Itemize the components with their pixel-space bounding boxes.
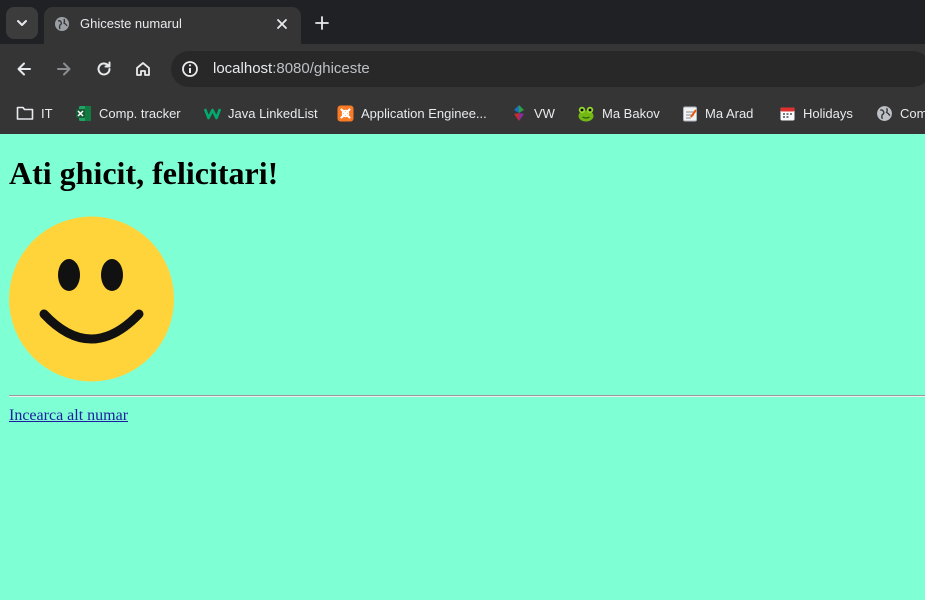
tab-search-button[interactable] (6, 7, 38, 39)
browser-chrome: Ghiceste numarul localhost:8080/ghiceste (0, 0, 925, 134)
tab-title: Ghiceste numarul (80, 16, 182, 31)
notepad-icon (683, 106, 697, 121)
page-content: Ati ghicit, felicitari! Incearca alt num… (0, 134, 925, 600)
url-text: localhost:8080/ghiceste (213, 60, 370, 77)
horizontal-rule (9, 395, 925, 397)
chevron-down-icon (17, 20, 27, 26)
forward-button[interactable] (52, 57, 76, 81)
bookmark-application-engineer[interactable]: Application Enginee... (337, 102, 487, 124)
browser-toolbar: localhost:8080/ghiceste (0, 44, 925, 94)
bookmark-label: Holidays (803, 105, 853, 121)
bookmark-holidays[interactable]: Holidays (779, 102, 853, 124)
bookmark-label: Com (900, 105, 925, 121)
bookmark-label: VW (534, 105, 555, 121)
tab-strip: Ghiceste numarul (0, 0, 925, 44)
bookmark-comp-tracker[interactable]: Comp. tracker (75, 102, 181, 124)
close-tab-button[interactable] (273, 15, 291, 33)
close-icon (277, 19, 287, 29)
folder-icon (16, 106, 34, 120)
globe-icon (877, 105, 892, 121)
smiley-face-icon (9, 216, 174, 382)
bookmark-it[interactable]: IT (16, 102, 53, 124)
home-icon (136, 62, 150, 76)
smiley-left-eye (58, 259, 80, 291)
diamond-logo-icon (514, 105, 524, 121)
back-button[interactable] (12, 57, 36, 81)
bookmark-label: Application Enginee... (361, 105, 487, 121)
xampp-icon (337, 105, 354, 121)
excel-icon (76, 105, 91, 121)
new-tab-button[interactable] (310, 11, 334, 35)
bookmark-ma-arad[interactable]: Ma Arad (682, 102, 753, 124)
bookmark-vw[interactable]: VW (511, 102, 555, 124)
bookmark-label: Ma Arad (705, 105, 754, 121)
reload-icon (97, 61, 111, 76)
arrow-left-icon (17, 62, 31, 76)
try-another-number-link[interactable]: Incearca alt numar (9, 407, 128, 425)
bookmark-com[interactable]: Com (876, 102, 925, 124)
w-logo-icon (204, 108, 221, 120)
bookmarks-bar: IT Comp. tracker Java LinkedList Applica… (0, 94, 925, 134)
active-tab[interactable]: Ghiceste numarul (44, 7, 301, 44)
smiley-face (9, 216, 174, 382)
globe-icon (55, 17, 69, 31)
frog-icon (578, 106, 594, 121)
reload-button[interactable] (92, 57, 116, 81)
info-icon[interactable] (181, 60, 199, 78)
bookmark-label: Comp. tracker (99, 105, 181, 121)
bookmark-label: Ma Bakov (602, 105, 660, 121)
smiley-right-eye (101, 259, 123, 291)
bookmark-java-linkedlist[interactable]: Java LinkedList (204, 102, 318, 124)
page-heading: Ati ghicit, felicitari! (9, 155, 279, 191)
home-button[interactable] (131, 57, 155, 81)
url-path: :8080/ghiceste (272, 60, 370, 77)
arrow-right-icon (57, 62, 71, 76)
address-bar[interactable]: localhost:8080/ghiceste (171, 51, 925, 87)
url-host: localhost (213, 60, 273, 77)
calendar-icon (780, 107, 795, 120)
plus-icon (315, 16, 329, 30)
bookmark-label: Java LinkedList (228, 105, 318, 121)
bookmark-ma-bakov[interactable]: Ma Bakov (577, 102, 660, 124)
bookmark-label: IT (41, 105, 53, 121)
